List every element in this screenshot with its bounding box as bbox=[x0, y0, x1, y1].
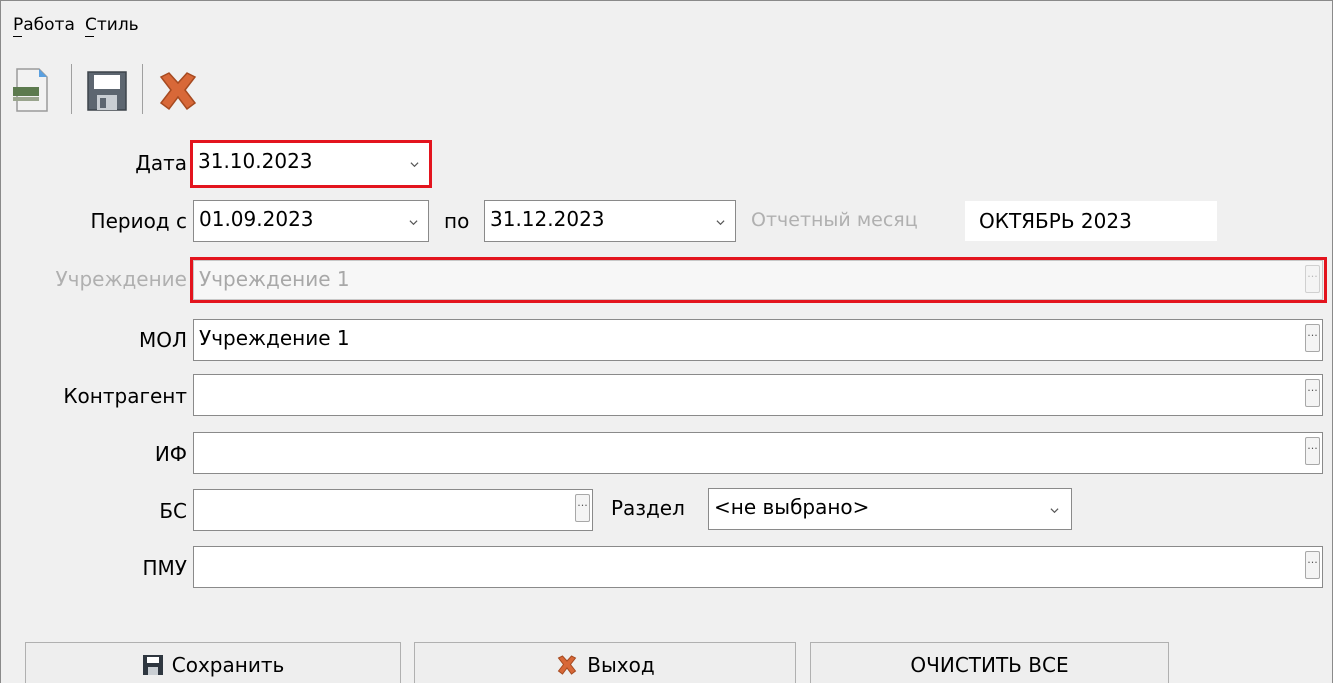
chevron-down-icon[interactable] bbox=[1050, 506, 1059, 515]
toolbar-separator bbox=[142, 64, 143, 114]
form-window: Работа Стиль Дата 31.10.2023 Период с 01… bbox=[0, 0, 1333, 683]
period-to-label: по bbox=[444, 209, 470, 233]
bs-lookup-button[interactable]: ··· bbox=[575, 494, 590, 522]
counterparty-lookup-button[interactable]: ··· bbox=[1305, 379, 1320, 407]
pmu-lookup-button[interactable]: ··· bbox=[1305, 551, 1320, 579]
save-disk-icon bbox=[142, 654, 163, 675]
mol-field[interactable]: Учреждение 1 ··· bbox=[193, 319, 1323, 361]
save-disk-icon[interactable] bbox=[85, 69, 129, 113]
exit-button[interactable]: Выход bbox=[414, 642, 796, 683]
date-label: Дата bbox=[135, 151, 187, 175]
counterparty-field[interactable]: ··· bbox=[193, 374, 1323, 416]
menu-style-accelerator bbox=[85, 36, 94, 37]
mol-label: МОЛ bbox=[138, 328, 187, 352]
chevron-down-icon[interactable] bbox=[716, 218, 725, 227]
pmu-field[interactable]: ··· bbox=[193, 546, 1323, 588]
exit-x-icon bbox=[558, 654, 577, 675]
menu-work-label: Работа bbox=[13, 15, 75, 35]
institution-label: Учреждение bbox=[55, 267, 187, 291]
section-select[interactable]: <не выбрано> bbox=[708, 488, 1072, 530]
report-month-value: ОКТЯБРЬ 2023 bbox=[965, 201, 1217, 241]
toolbar-separator bbox=[71, 64, 72, 114]
period-from-value: 01.09.2023 bbox=[199, 207, 314, 231]
delete-x-icon[interactable] bbox=[155, 69, 201, 113]
mol-value: Учреждение 1 bbox=[199, 326, 350, 350]
if-lookup-button[interactable]: ··· bbox=[1305, 437, 1320, 465]
period-to-value: 31.12.2023 bbox=[490, 207, 605, 231]
period-to-picker[interactable]: 31.12.2023 bbox=[484, 200, 736, 242]
pmu-label: ПМУ bbox=[142, 556, 187, 580]
report-month-label: Отчетный месяц bbox=[751, 209, 918, 231]
save-button-label: Сохранить bbox=[171, 652, 285, 677]
clear-all-button[interactable]: ОЧИСТИТЬ ВСЕ bbox=[810, 642, 1169, 683]
section-value: <не выбрано> bbox=[714, 495, 870, 519]
highlight-box-institution bbox=[190, 257, 1327, 303]
if-label: ИФ bbox=[154, 442, 187, 466]
bs-label: БС bbox=[159, 499, 187, 523]
clear-all-button-label: ОЧИСТИТЬ ВСЕ bbox=[910, 652, 1069, 677]
section-label: Раздел bbox=[611, 496, 685, 520]
save-button[interactable]: Сохранить bbox=[25, 642, 401, 683]
new-document-icon[interactable] bbox=[11, 65, 53, 115]
highlight-box-date bbox=[190, 140, 432, 188]
menu-style-label: Стиль bbox=[85, 15, 139, 35]
menu-work[interactable]: Работа bbox=[13, 15, 75, 35]
period-from-label: Период с bbox=[90, 209, 187, 233]
exit-button-label: Выход bbox=[587, 652, 655, 677]
chevron-down-icon[interactable] bbox=[409, 218, 418, 227]
bs-field[interactable]: ··· bbox=[193, 489, 593, 531]
period-from-picker[interactable]: 01.09.2023 bbox=[193, 200, 429, 242]
mol-lookup-button[interactable]: ··· bbox=[1305, 324, 1320, 352]
counterparty-label: Контрагент bbox=[63, 384, 187, 408]
menu-style[interactable]: Стиль bbox=[85, 15, 139, 35]
if-field[interactable]: ··· bbox=[193, 432, 1323, 474]
menu-work-accelerator bbox=[13, 36, 22, 37]
